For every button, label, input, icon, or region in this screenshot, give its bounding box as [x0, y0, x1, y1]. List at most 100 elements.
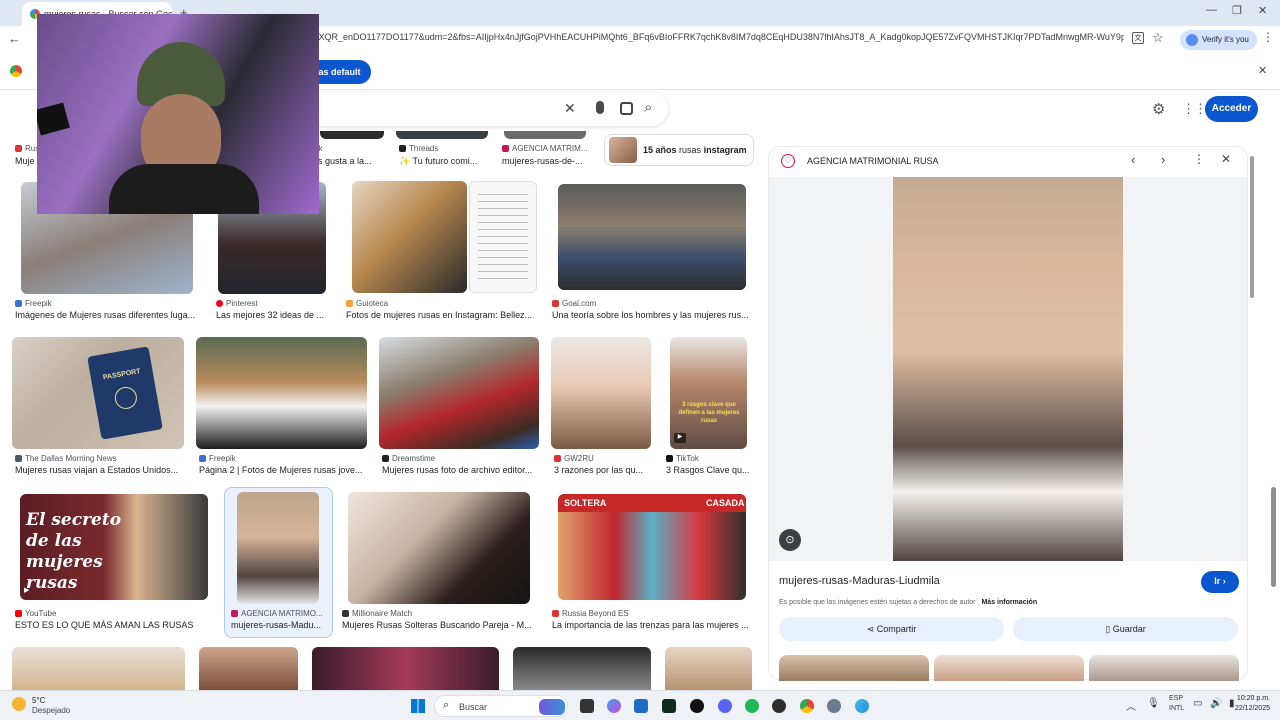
result-thumb[interactable] [551, 337, 651, 449]
tiktok-caption: 3 rasgos clave que definen a las mujeres… [678, 402, 740, 424]
source-favicon [342, 610, 349, 617]
lang-code[interactable]: ESP [1169, 695, 1183, 702]
result-title[interactable]: Mujeres rusas foto de archivo editor... [382, 465, 540, 475]
result-title[interactable]: La importancia de las trenzas para las m… [552, 620, 752, 630]
search-icon[interactable]: ⌕ [644, 99, 652, 116]
result-title[interactable]: 3 razones por las qu... [554, 465, 654, 475]
tray-chevron-icon[interactable]: ︿ [1126, 698, 1136, 713]
result-thumb[interactable] [312, 647, 499, 690]
result-thumb[interactable]: El secreto de las mujeres rusas ▶ [20, 494, 208, 600]
next-icon[interactable]: › [1161, 152, 1165, 167]
close-panel-icon[interactable]: ✕ [1221, 152, 1231, 166]
preview-title[interactable]: mujeres-rusas-Maduras-Liudmila [779, 575, 940, 587]
weather-temp[interactable]: 5°C [32, 696, 45, 705]
menu-dots-icon[interactable]: ⋮ [1262, 30, 1274, 44]
thumb-overlay-text: El secreto de las mujeres rusas [26, 510, 122, 593]
store-icon[interactable] [634, 699, 648, 713]
result-thumb[interactable] [469, 181, 537, 293]
result-thumb[interactable] [352, 181, 467, 293]
result-thumb[interactable] [558, 184, 746, 290]
bookmark-star-icon[interactable]: ☆ [1152, 30, 1164, 46]
spotify-icon[interactable] [745, 699, 759, 713]
more-options-icon[interactable]: ⋮ [1193, 152, 1205, 166]
clear-search-icon[interactable]: ✕ [564, 100, 576, 117]
related-image[interactable] [779, 655, 929, 681]
lens-icon[interactable] [620, 102, 633, 115]
result-thumb[interactable] [196, 337, 367, 449]
result-title[interactable]: ✨ Tu futuro comi... [399, 156, 494, 167]
mic-tray-icon[interactable]: 🎙 [1147, 698, 1160, 709]
edge-icon[interactable] [855, 699, 869, 713]
windows-start-icon[interactable] [411, 699, 425, 713]
result-title[interactable]: ESTO ES LO QUE MÁS AMAN LAS RUSAS [15, 620, 213, 630]
panel-site-name[interactable]: AGENCIA MATRIMONIAL RUSA [807, 156, 939, 166]
chrome-icon[interactable] [800, 699, 814, 713]
back-icon[interactable]: ← [8, 31, 21, 46]
result-title[interactable]: Fotos de mujeres rusas en Instagram: Bel… [346, 310, 538, 320]
result-title[interactable]: Mujeres rusas viajan a Estados Unidos... [15, 465, 185, 475]
close-window-icon[interactable]: ✕ [1258, 4, 1267, 17]
result-thumb[interactable] [348, 492, 530, 604]
preview-image[interactable] [893, 177, 1123, 561]
result-thumb[interactable] [665, 647, 752, 690]
sign-in-button[interactable]: Acceder [1205, 96, 1258, 122]
search-box[interactable]: ✕ ⌕ [300, 92, 668, 126]
result-thumb[interactable] [12, 647, 185, 690]
source-favicon [15, 455, 22, 462]
task-view-icon[interactable] [580, 699, 594, 713]
result-title[interactable]: Imágenes de Mujeres rusas diferentes lug… [15, 310, 198, 320]
volume-icon[interactable]: 🔊 [1210, 698, 1222, 709]
settings-icon[interactable] [827, 699, 841, 713]
translate-icon[interactable]: 文 [1132, 32, 1144, 44]
page-scrollbar[interactable] [1271, 487, 1276, 587]
related-image[interactable] [1089, 655, 1239, 681]
clock-date[interactable]: 22/12/2025 [1226, 705, 1270, 712]
result-thumb[interactable] [320, 131, 384, 139]
result-title[interactable]: s gusta a la... [318, 156, 388, 166]
copilot-icon[interactable] [607, 699, 621, 713]
taskbar-search[interactable]: ⌕ Buscar [434, 695, 568, 717]
discord-icon[interactable] [718, 699, 732, 713]
terminal-icon[interactable] [662, 699, 676, 713]
result-thumb[interactable] [237, 492, 319, 604]
result-thumb[interactable]: 3 rasgos clave que definen a las mujeres… [670, 337, 747, 449]
result-title[interactable]: mujeres-rusas-de-... [502, 156, 592, 166]
keyboard-layout[interactable]: INTL [1169, 705, 1184, 712]
result-thumb[interactable] [199, 647, 298, 690]
save-button[interactable]: ▯ Guardar [1013, 617, 1238, 641]
maximize-icon[interactable]: ❐ [1232, 4, 1242, 17]
result-thumb[interactable] [379, 337, 539, 449]
weather-desc[interactable]: Despejado [32, 706, 70, 715]
settings-gear-icon[interactable]: ⚙ [1152, 100, 1165, 118]
network-icon[interactable]: ▭ [1193, 698, 1202, 709]
verify-profile-button[interactable]: Verify it's you [1180, 30, 1257, 50]
related-search-chip[interactable]: 15 años rusas instagram [604, 134, 754, 166]
result-title[interactable]: 3 Rasgos Clave qu... [666, 465, 756, 475]
close-infobar-icon[interactable]: ✕ [1258, 64, 1267, 77]
share-button[interactable]: ⋖ Compartir [779, 617, 1004, 641]
result-thumb[interactable] [504, 131, 586, 139]
visit-button[interactable]: Ir › [1201, 571, 1239, 593]
result-title[interactable]: Página 2 | Fotos de Mujeres rusas jove..… [199, 465, 367, 475]
app-icon[interactable] [690, 699, 704, 713]
result-thumb[interactable]: PASSPORT [12, 337, 184, 449]
minimize-icon[interactable]: — [1206, 4, 1217, 16]
url-field[interactable]: RXQR_enDO1177DO1177&udm=2&fbs=AIIjpHx4nJ… [312, 32, 1124, 42]
result-title[interactable]: Una teoría sobre los hombres y las mujer… [552, 310, 752, 320]
result-source: GW2RU [554, 454, 654, 463]
result-thumb[interactable] [396, 131, 488, 139]
previous-icon[interactable]: ‹ [1131, 152, 1135, 167]
result-thumb[interactable]: SOLTERA CASADA [558, 494, 746, 600]
related-image[interactable] [934, 655, 1084, 681]
bookmark-icon: ▯ [1105, 624, 1113, 634]
panel-scrollbar[interactable] [1250, 156, 1254, 298]
voice-search-icon[interactable] [596, 101, 604, 114]
lens-search-icon[interactable]: ⊙ [779, 529, 801, 551]
clock-time[interactable]: 10:20 p.m. [1230, 695, 1270, 702]
result-title[interactable]: Mujeres Rusas Solteras Buscando Pareja -… [342, 620, 538, 630]
result-title[interactable]: mujeres-rusas-Madu... [231, 620, 329, 630]
more-info-link[interactable]: Más información [981, 599, 1037, 606]
obs-icon[interactable] [772, 699, 786, 713]
result-title[interactable]: Las mejores 32 ideas de ... [216, 310, 328, 320]
result-thumb[interactable] [513, 647, 651, 690]
